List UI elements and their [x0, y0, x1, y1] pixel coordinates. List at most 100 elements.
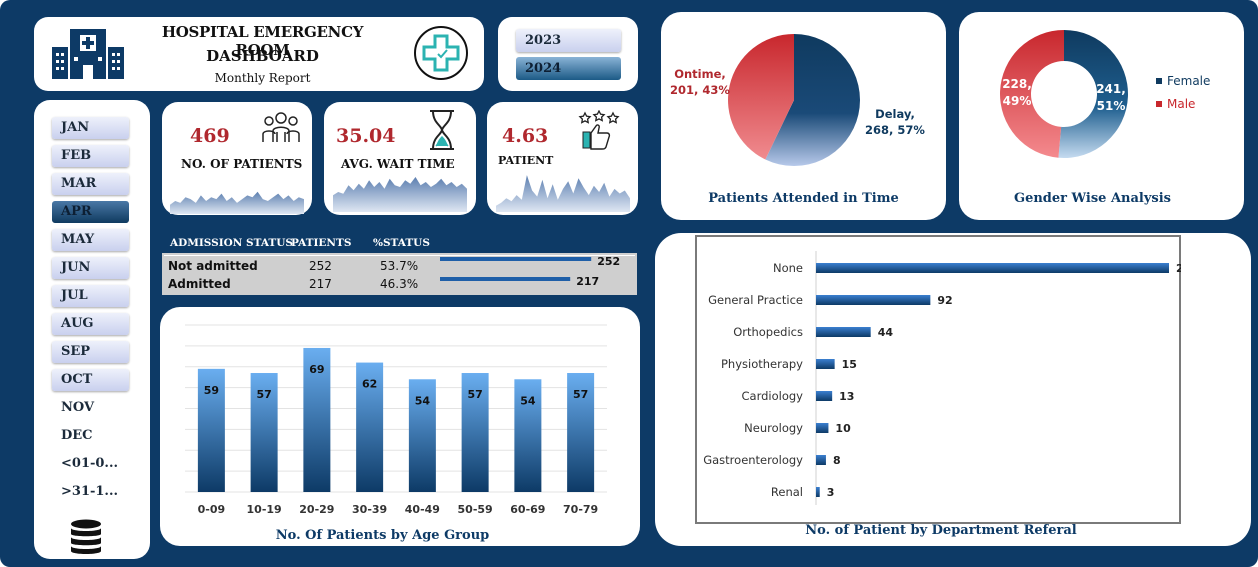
admission-bar-chart: 252 217 — [440, 255, 620, 288]
donut-label-male-line2: 49% — [1003, 94, 1032, 108]
admission-bar-label-1: 217 — [576, 275, 599, 288]
year-button-2024[interactable]: 2024 — [516, 57, 621, 80]
month-button-jan[interactable]: JAN — [52, 117, 129, 139]
department-value-renal: 3 — [827, 486, 835, 499]
age-bar-label-30-39: 62 — [362, 378, 377, 391]
age-bar-label-50-59: 57 — [467, 388, 482, 401]
department-tick-none: None — [773, 261, 803, 275]
kpi-wait-label: AVG. WAIT TIME — [341, 157, 455, 171]
admission-row2-status: Admitted — [168, 277, 231, 291]
gender-donut-title: Gender Wise Analysis — [1013, 191, 1171, 206]
department-tick-orthopedics: Orthopedics — [733, 325, 803, 339]
sparkline-area-1 — [333, 177, 467, 212]
medical-cross-icon — [414, 26, 468, 80]
department-value-none: 284 — [1176, 262, 1181, 275]
month-button-nov[interactable]: NOV — [52, 397, 129, 419]
department-tick-gastroenterology: Gastroenterology — [703, 453, 803, 467]
sparkline-wait-time — [333, 177, 467, 212]
legend-swatch-female — [1156, 78, 1162, 84]
pie-label-delay-line2: 268, 57% — [865, 123, 925, 137]
age-tick-60-69: 60-69 — [510, 503, 545, 516]
department-bar-gastroenterology — [816, 455, 826, 465]
admission-row2-pct: 46.3% — [380, 277, 419, 291]
pie-label-ontime-line2: 201, 43% — [670, 83, 730, 97]
sparkline-area-0 — [170, 191, 304, 214]
age-chart-title: No. Of Patients by Age Group — [275, 528, 490, 543]
department-bar-general-practice — [816, 295, 931, 305]
admission-row1-patients: 252 — [309, 259, 332, 273]
attended-pie-chart: Delay, 268, 57% Ontime, 201, 43% — [670, 34, 925, 166]
department-bar-neurology — [816, 423, 829, 433]
department-bar-physiotherapy — [816, 359, 835, 369]
age-group-bar-chart: 59 0-09 57 10-19 69 20-29 62 30-39 54 40-49 57 50-5… — [185, 324, 607, 516]
sparkline-area-2 — [496, 175, 630, 212]
department-value-general-practice: 92 — [937, 294, 952, 307]
admission-bar-label-0: 252 — [597, 255, 620, 268]
kpi-wait-value: 35.04 — [336, 125, 396, 147]
kpi-satisfaction-label: PATIENT — [498, 154, 554, 167]
department-bar-chart: None 284 General Practice 92 Orthopedics 44 Ph… — [703, 251, 1181, 505]
month-button-sep[interactable]: SEP — [52, 341, 129, 363]
age-tick-70-79: 70-79 — [563, 503, 598, 516]
legend-swatch-male — [1156, 101, 1162, 107]
age-tick-20-29: 20-29 — [299, 503, 334, 516]
month-button-jul[interactable]: JUL — [52, 285, 129, 307]
month-button-apr[interactable]: APR — [52, 201, 129, 223]
month-button-dec[interactable]: DEC — [52, 425, 129, 447]
sparkline-satisfaction — [496, 175, 630, 212]
department-bar-cardiology — [816, 391, 833, 401]
department-tick-physiotherapy: Physiotherapy — [721, 357, 803, 371]
donut-label-female-line1: 241, — [1096, 82, 1126, 96]
age-tick-50-59: 50-59 — [458, 503, 493, 516]
month-button-oct[interactable]: OCT — [52, 369, 129, 391]
department-value-orthopedics: 44 — [878, 326, 894, 339]
sparkline-patients — [170, 191, 304, 214]
month-button-may[interactable]: MAY — [52, 229, 129, 251]
month-button-feb[interactable]: FEB — [52, 145, 129, 167]
age-bar-label-0-09: 59 — [204, 384, 219, 397]
month-button-01-0[interactable]: <01-0... — [52, 453, 129, 475]
thumbs-up-stars-icon — [578, 110, 620, 150]
admission-row1-pct: 53.7% — [380, 259, 419, 273]
admission-row2-patients: 217 — [309, 277, 332, 291]
age-tick-30-39: 30-39 — [352, 503, 387, 516]
department-value-cardiology: 13 — [839, 390, 854, 403]
year-button-2023[interactable]: 2023 — [516, 29, 621, 52]
age-bar-label-20-29: 69 — [309, 363, 324, 376]
age-bar-label-40-49: 54 — [415, 394, 431, 407]
age-tick-10-19: 10-19 — [247, 503, 282, 516]
age-tick-40-49: 40-49 — [405, 503, 440, 516]
admission-header-status: ADMISSION STATUS — [170, 237, 293, 249]
kpi-patients-value: 469 — [190, 125, 230, 147]
month-button-jun[interactable]: JUN — [52, 257, 129, 279]
age-bar-label-70-79: 57 — [573, 388, 588, 401]
dashboard-subtitle: Monthly Report — [214, 71, 311, 85]
month-button-aug[interactable]: AUG — [52, 313, 129, 335]
header-card: HOSPITAL EMERGENCY ROOM DASHBOARD Monthl… — [34, 17, 484, 91]
month-button-mar[interactable]: MAR — [52, 173, 129, 195]
donut-label-female-line2: 51% — [1097, 99, 1126, 113]
gender-donut-chart: 241, 51% 228, 49% Female Male — [1000, 30, 1210, 159]
database-icon — [71, 519, 101, 554]
kpi-satisfaction-value: 4.63 — [502, 125, 549, 147]
admission-bar-0 — [440, 257, 592, 261]
legend-label-male: Male — [1167, 97, 1195, 111]
legend-label-female: Female — [1167, 74, 1210, 88]
age-bar-label-60-69: 54 — [520, 394, 536, 407]
department-chart-title: No. of Patient by Department Referal — [805, 523, 1077, 538]
dashboard: HOSPITAL EMERGENCY ROOM DASHBOARD Monthl… — [0, 0, 1258, 567]
admission-row1-status: Not admitted — [168, 259, 258, 273]
month-button-31-1[interactable]: >31-1... — [52, 481, 129, 503]
pie-label-ontime-line1: Ontime, — [674, 67, 726, 81]
department-value-gastroenterology: 8 — [833, 454, 841, 467]
dashboard-title-line2: DASHBOARD — [206, 47, 319, 65]
department-tick-cardiology: Cardiology — [742, 389, 804, 403]
people-group-icon — [262, 112, 300, 142]
hospital-building-icon — [52, 29, 124, 79]
pie-label-delay-line1: Delay, — [875, 107, 915, 121]
department-tick-neurology: Neurology — [744, 421, 803, 435]
department-bar-none — [816, 263, 1169, 273]
admission-bar-1 — [440, 277, 571, 281]
department-bar-renal — [816, 487, 820, 497]
attended-pie-title: Patients Attended in Time — [708, 191, 899, 206]
